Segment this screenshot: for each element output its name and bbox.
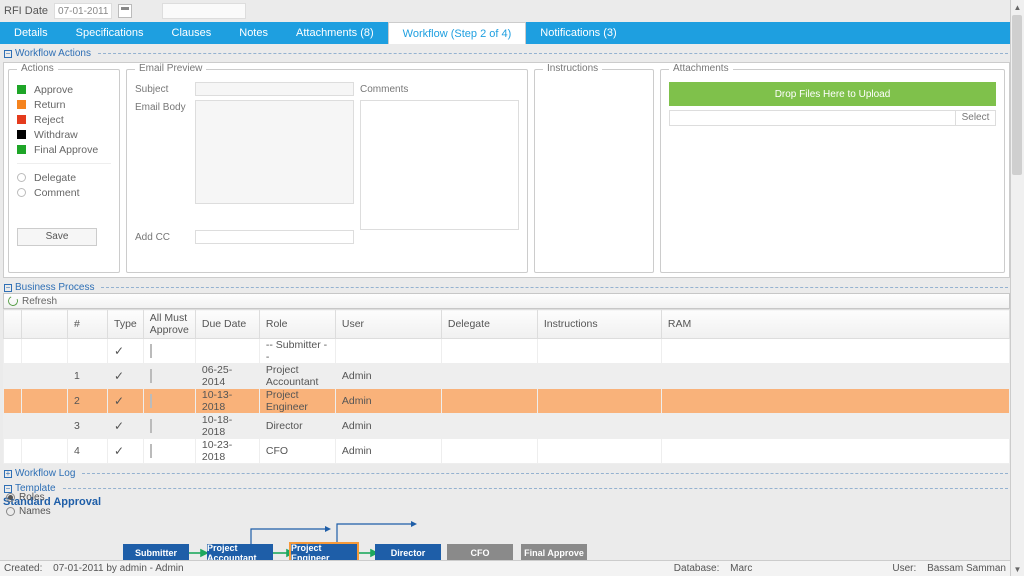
reject-color-icon: [17, 115, 26, 124]
withdraw-color-icon: [17, 130, 26, 139]
action-return[interactable]: Return: [17, 97, 111, 112]
addcc-label: Add CC: [135, 230, 189, 244]
section-workflow-log: Workflow Log: [15, 468, 75, 479]
checkbox[interactable]: [150, 344, 152, 358]
col-type[interactable]: Type: [108, 310, 144, 339]
email-legend: Email Preview: [135, 63, 206, 74]
action-withdraw[interactable]: Withdraw: [17, 127, 111, 142]
action-reject[interactable]: Reject: [17, 112, 111, 127]
comments-input[interactable]: [360, 100, 519, 230]
radio-names[interactable]: Names: [6, 504, 51, 518]
unknown-top-field[interactable]: [162, 3, 246, 19]
database-value: Marc: [730, 563, 752, 574]
user-label: User:: [892, 563, 916, 574]
checkbox[interactable]: [150, 369, 152, 383]
rfi-date-label: RFI Date: [4, 5, 48, 17]
radio-icon: [6, 493, 15, 502]
collapse-icon[interactable]: −: [4, 50, 12, 58]
section-business-process: Business Process: [15, 282, 94, 293]
save-button[interactable]: Save: [17, 228, 97, 246]
body-label: Email Body: [135, 100, 189, 204]
action-approve[interactable]: Approve: [17, 82, 111, 97]
checkbox[interactable]: [150, 419, 152, 433]
calendar-icon[interactable]: [118, 4, 132, 18]
refresh-button[interactable]: Refresh: [22, 296, 57, 307]
file-select-button[interactable]: Select: [956, 110, 996, 126]
action-final-approve[interactable]: Final Approve: [17, 142, 111, 157]
user-value: Bassam Samman: [927, 563, 1006, 574]
col-all[interactable]: All Must Approve: [143, 310, 195, 339]
approve-color-icon: [17, 85, 26, 94]
check-icon: ✓: [114, 444, 124, 458]
addcc-input[interactable]: [195, 230, 354, 244]
final-approve-color-icon: [17, 145, 26, 154]
check-icon: ✓: [114, 419, 124, 433]
bp-toolbar: Refresh: [3, 293, 1010, 309]
created-value: 07-01-2011 by admin - Admin: [53, 563, 183, 574]
instructions-legend: Instructions: [543, 63, 602, 74]
tab-bar: Details Specifications Clauses Notes Att…: [0, 22, 1024, 44]
table-row[interactable]: 3 ✓ 10-18-2018 Director Admin: [4, 414, 1010, 439]
template-title: Standard Approval: [3, 496, 1010, 508]
section-workflow-actions: Workflow Actions: [15, 48, 91, 59]
bp-table: # Type All Must Approve Due Date Role Us…: [3, 309, 1010, 464]
scroll-up-icon[interactable]: ▲: [1011, 0, 1024, 14]
return-color-icon: [17, 100, 26, 109]
radio-roles[interactable]: Roles: [6, 490, 51, 504]
scroll-thumb[interactable]: [1012, 15, 1022, 175]
rfi-date-input[interactable]: [54, 3, 112, 19]
tab-clauses[interactable]: Clauses: [158, 22, 226, 44]
actions-panel: Actions Approve Return Reject Withdraw F…: [8, 69, 120, 273]
table-row[interactable]: 4 ✓ 10-23-2018 CFO Admin: [4, 439, 1010, 464]
col-num[interactable]: #: [68, 310, 108, 339]
attachments-legend: Attachments: [669, 63, 733, 74]
tab-attachments[interactable]: Attachments (8): [282, 22, 388, 44]
vertical-scrollbar[interactable]: ▲ ▼: [1010, 0, 1024, 576]
subject-input[interactable]: [195, 82, 354, 96]
attachments-panel: Attachments Drop Files Here to Upload Se…: [660, 69, 1005, 273]
instructions-panel: Instructions: [534, 69, 654, 273]
action-comment[interactable]: Comment: [17, 185, 111, 200]
tab-notifications[interactable]: Notifications (3): [526, 22, 630, 44]
action-delegate[interactable]: Delegate: [17, 170, 111, 185]
actions-legend: Actions: [17, 63, 58, 74]
col-delegate[interactable]: Delegate: [441, 310, 537, 339]
check-icon: ✓: [114, 369, 124, 383]
col-user[interactable]: User: [335, 310, 441, 339]
col-due[interactable]: Due Date: [195, 310, 259, 339]
tab-workflow[interactable]: Workflow (Step 2 of 4): [388, 22, 527, 44]
tab-details[interactable]: Details: [0, 22, 62, 44]
col-ram[interactable]: RAM: [661, 310, 1009, 339]
subject-label: Subject: [135, 82, 189, 96]
drop-files-button[interactable]: Drop Files Here to Upload: [669, 82, 996, 106]
radio-icon: [17, 188, 26, 197]
radio-icon: [17, 173, 26, 182]
database-label: Database:: [674, 563, 720, 574]
email-preview-panel: Email Preview Subject Comments Email Bod…: [126, 69, 528, 273]
comments-label: Comments: [360, 82, 519, 96]
table-row[interactable]: ✓ -- Submitter --: [4, 339, 1010, 364]
expand-icon[interactable]: +: [4, 470, 12, 478]
scroll-down-icon[interactable]: ▼: [1011, 562, 1024, 576]
tab-notes[interactable]: Notes: [225, 22, 282, 44]
checkbox[interactable]: [150, 394, 152, 408]
check-icon: ✓: [114, 394, 124, 408]
table-row[interactable]: 1 ✓ 06-25-2014 Project Accountant Admin: [4, 364, 1010, 389]
file-path-input[interactable]: [669, 110, 956, 126]
tab-specifications[interactable]: Specifications: [62, 22, 158, 44]
col-instructions[interactable]: Instructions: [537, 310, 661, 339]
col-role[interactable]: Role: [259, 310, 335, 339]
collapse-icon[interactable]: −: [4, 284, 12, 292]
created-label: Created:: [4, 563, 42, 574]
table-row-selected[interactable]: 2 ✓ 10-13-2018 Project Engineer Admin: [4, 389, 1010, 414]
status-bar: Created: 07-01-2011 by admin - Admin Dat…: [0, 560, 1010, 576]
radio-icon: [6, 507, 15, 516]
checkbox[interactable]: [150, 444, 152, 458]
refresh-icon[interactable]: [7, 295, 20, 308]
email-body-input[interactable]: [195, 100, 354, 204]
check-icon: ✓: [114, 344, 124, 358]
